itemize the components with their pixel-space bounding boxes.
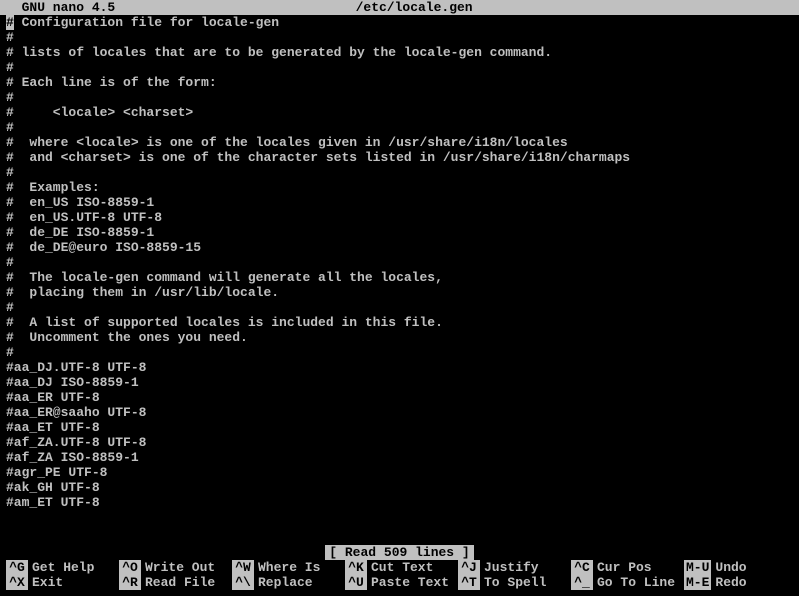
- editor-line: # placing them in /usr/lib/locale.: [6, 285, 793, 300]
- shortcut-label: Redo: [715, 575, 746, 590]
- editor-line: # The locale-gen command will generate a…: [6, 270, 793, 285]
- shortcut-key: ^U: [345, 575, 367, 590]
- editor-line: #agr_PE UTF-8: [6, 465, 793, 480]
- shortcut-item[interactable]: ^T To Spell: [458, 575, 567, 590]
- shortcut-item[interactable]: M-U Undo: [684, 560, 793, 575]
- shortcut-item[interactable]: ^X Exit: [6, 575, 115, 590]
- shortcut-key: ^\: [232, 575, 254, 590]
- shortcut-key: ^R: [119, 575, 141, 590]
- status-bar: [ Read 509 lines ]: [0, 545, 799, 560]
- shortcut-key: M-E: [684, 575, 711, 590]
- file-path: /etc/locale.gen: [115, 0, 713, 15]
- shortcut-key: ^C: [571, 560, 593, 575]
- editor-line: #af_ZA ISO-8859-1: [6, 450, 793, 465]
- shortcut-key: ^G: [6, 560, 28, 575]
- shortcut-item[interactable]: ^O Write Out: [119, 560, 228, 575]
- editor-line: # A list of supported locales is include…: [6, 315, 793, 330]
- editor-line: # Configuration file for locale-gen: [6, 15, 793, 30]
- shortcut-key: ^K: [345, 560, 367, 575]
- shortcut-label: Justify: [484, 560, 539, 575]
- shortcut-key: ^O: [119, 560, 141, 575]
- shortcut-label: Undo: [715, 560, 746, 575]
- editor-line: #aa_ER UTF-8: [6, 390, 793, 405]
- editor-line: #aa_ER@saaho UTF-8: [6, 405, 793, 420]
- editor-line: #: [6, 345, 793, 360]
- shortcut-key: ^_: [571, 575, 593, 590]
- shortcut-item[interactable]: ^J Justify: [458, 560, 567, 575]
- shortcut-label: Read File: [145, 575, 215, 590]
- editor-line: #: [6, 120, 793, 135]
- shortcut-item[interactable]: ^C Cur Pos: [571, 560, 680, 575]
- editor-line: #aa_ET UTF-8: [6, 420, 793, 435]
- editor-line: # and <charset> is one of the character …: [6, 150, 793, 165]
- editor-line: #aa_DJ.UTF-8 UTF-8: [6, 360, 793, 375]
- editor-line: # where <locale> is one of the locales g…: [6, 135, 793, 150]
- editor-line: # lists of locales that are to be genera…: [6, 45, 793, 60]
- editor-line: #: [6, 60, 793, 75]
- shortcut-label: Paste Text: [371, 575, 449, 590]
- editor-line: # Uncomment the ones you need.: [6, 330, 793, 345]
- editor-line: # en_US ISO-8859-1: [6, 195, 793, 210]
- shortcut-key: ^T: [458, 575, 480, 590]
- editor-line: #: [6, 300, 793, 315]
- editor-line: #ak_GH UTF-8: [6, 480, 793, 495]
- editor-line: #: [6, 255, 793, 270]
- shortcut-label: Get Help: [32, 560, 94, 575]
- shortcut-item[interactable]: ^_ Go To Line: [571, 575, 680, 590]
- status-message: [ Read 509 lines ]: [325, 545, 473, 560]
- shortcut-label: Replace: [258, 575, 313, 590]
- shortcut-bar: ^G Get Help ^O Write Out ^W Where Is ^K Cut Tex…: [0, 560, 799, 590]
- editor-line: #: [6, 30, 793, 45]
- shortcut-item[interactable]: M-E Redo: [684, 575, 793, 590]
- editor-area[interactable]: # Configuration file for locale-gen## li…: [0, 15, 799, 545]
- shortcut-key: ^X: [6, 575, 28, 590]
- shortcut-item[interactable]: ^K Cut Text: [345, 560, 454, 575]
- editor-line: # Examples:: [6, 180, 793, 195]
- shortcut-key: ^J: [458, 560, 480, 575]
- editor-line: #: [6, 90, 793, 105]
- editor-line: # de_DE@euro ISO-8859-15: [6, 240, 793, 255]
- editor-line: #am_ET UTF-8: [6, 495, 793, 510]
- shortcut-label: Cur Pos: [597, 560, 652, 575]
- shortcut-item[interactable]: ^U Paste Text: [345, 575, 454, 590]
- editor-line: #aa_DJ ISO-8859-1: [6, 375, 793, 390]
- shortcut-item[interactable]: ^R Read File: [119, 575, 228, 590]
- editor-line: # en_US.UTF-8 UTF-8: [6, 210, 793, 225]
- shortcut-item[interactable]: ^W Where Is: [232, 560, 341, 575]
- shortcut-label: To Spell: [484, 575, 546, 590]
- editor-line: # de_DE ISO-8859-1: [6, 225, 793, 240]
- editor-line: #af_ZA.UTF-8 UTF-8: [6, 435, 793, 450]
- shortcut-item[interactable]: ^\ Replace: [232, 575, 341, 590]
- app-name: GNU nano 4.5: [6, 0, 115, 15]
- shortcut-item[interactable]: ^G Get Help: [6, 560, 115, 575]
- editor-line: # <locale> <charset>: [6, 105, 793, 120]
- shortcut-label: Write Out: [145, 560, 215, 575]
- shortcut-key: M-U: [684, 560, 711, 575]
- shortcut-label: Where Is: [258, 560, 320, 575]
- shortcut-label: Go To Line: [597, 575, 675, 590]
- title-bar: GNU nano 4.5 /etc/locale.gen: [0, 0, 799, 15]
- editor-line: # Each line is of the form:: [6, 75, 793, 90]
- shortcut-label: Exit: [32, 575, 63, 590]
- shortcut-key: ^W: [232, 560, 254, 575]
- editor-line: #: [6, 165, 793, 180]
- shortcut-label: Cut Text: [371, 560, 433, 575]
